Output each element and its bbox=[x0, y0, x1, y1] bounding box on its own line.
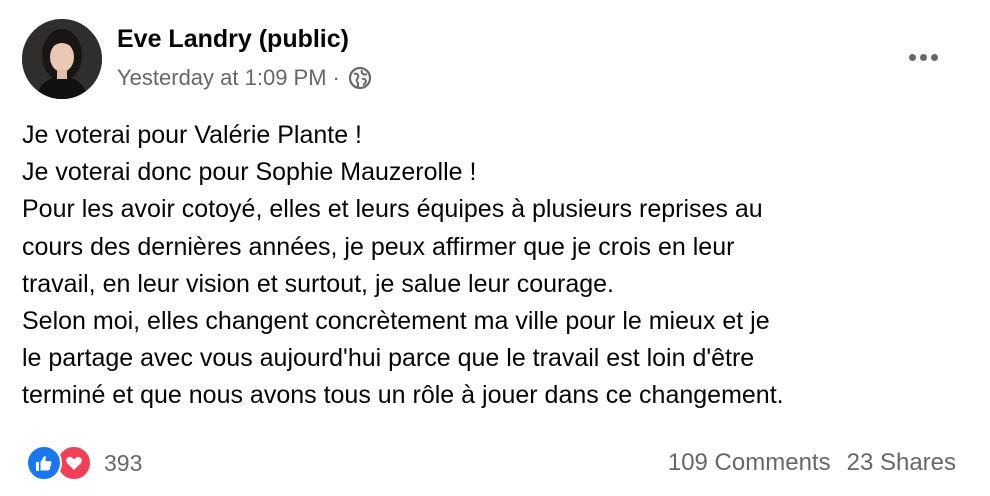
author-name[interactable]: Eve Landry (public) bbox=[117, 24, 349, 54]
globe-icon[interactable] bbox=[348, 66, 372, 90]
post-text: Je voterai pour Valérie Plante ! Je vote… bbox=[22, 117, 972, 415]
more-options-button[interactable] bbox=[897, 43, 949, 71]
post-timestamp[interactable]: Yesterday at 1:09 PM bbox=[117, 63, 327, 93]
reaction-count[interactable]: 393 bbox=[104, 448, 142, 478]
meta-separator: · bbox=[332, 65, 340, 90]
engagement-stats: 109 Comments 23 Shares bbox=[668, 448, 956, 478]
avatar-photo bbox=[22, 19, 102, 99]
post-card: Eve Landry (public) Yesterday at 1:09 PM… bbox=[0, 0, 990, 496]
comments-count-link[interactable]: 109 Comments bbox=[668, 448, 831, 478]
reactions-summary[interactable]: 393 bbox=[26, 445, 142, 481]
post-text-line: Pour les avoir cotoyé, elles et leurs éq… bbox=[22, 195, 763, 224]
post-text-line: Selon moi, elles changent concrètement m… bbox=[22, 307, 770, 336]
like-icon bbox=[26, 445, 62, 481]
more-horizontal-icon bbox=[908, 53, 916, 61]
post-text-line: cours des dernières années, je peux affi… bbox=[22, 232, 735, 261]
shares-count-link[interactable]: 23 Shares bbox=[847, 448, 956, 478]
author-avatar[interactable] bbox=[22, 19, 102, 99]
post-text-line: le partage avec vous aujourd'hui parce q… bbox=[22, 344, 755, 373]
post-text-line: terminé et que nous avons tous un rôle à… bbox=[22, 381, 784, 410]
post-meta: Yesterday at 1:09 PM · bbox=[117, 63, 372, 93]
post-text-line: travail, en leur vision et surtout, je s… bbox=[22, 269, 614, 298]
post-text-line: Je voterai donc pour Sophie Mauzerolle ! bbox=[22, 158, 477, 187]
post-text-line: Je voterai pour Valérie Plante ! bbox=[22, 121, 363, 149]
